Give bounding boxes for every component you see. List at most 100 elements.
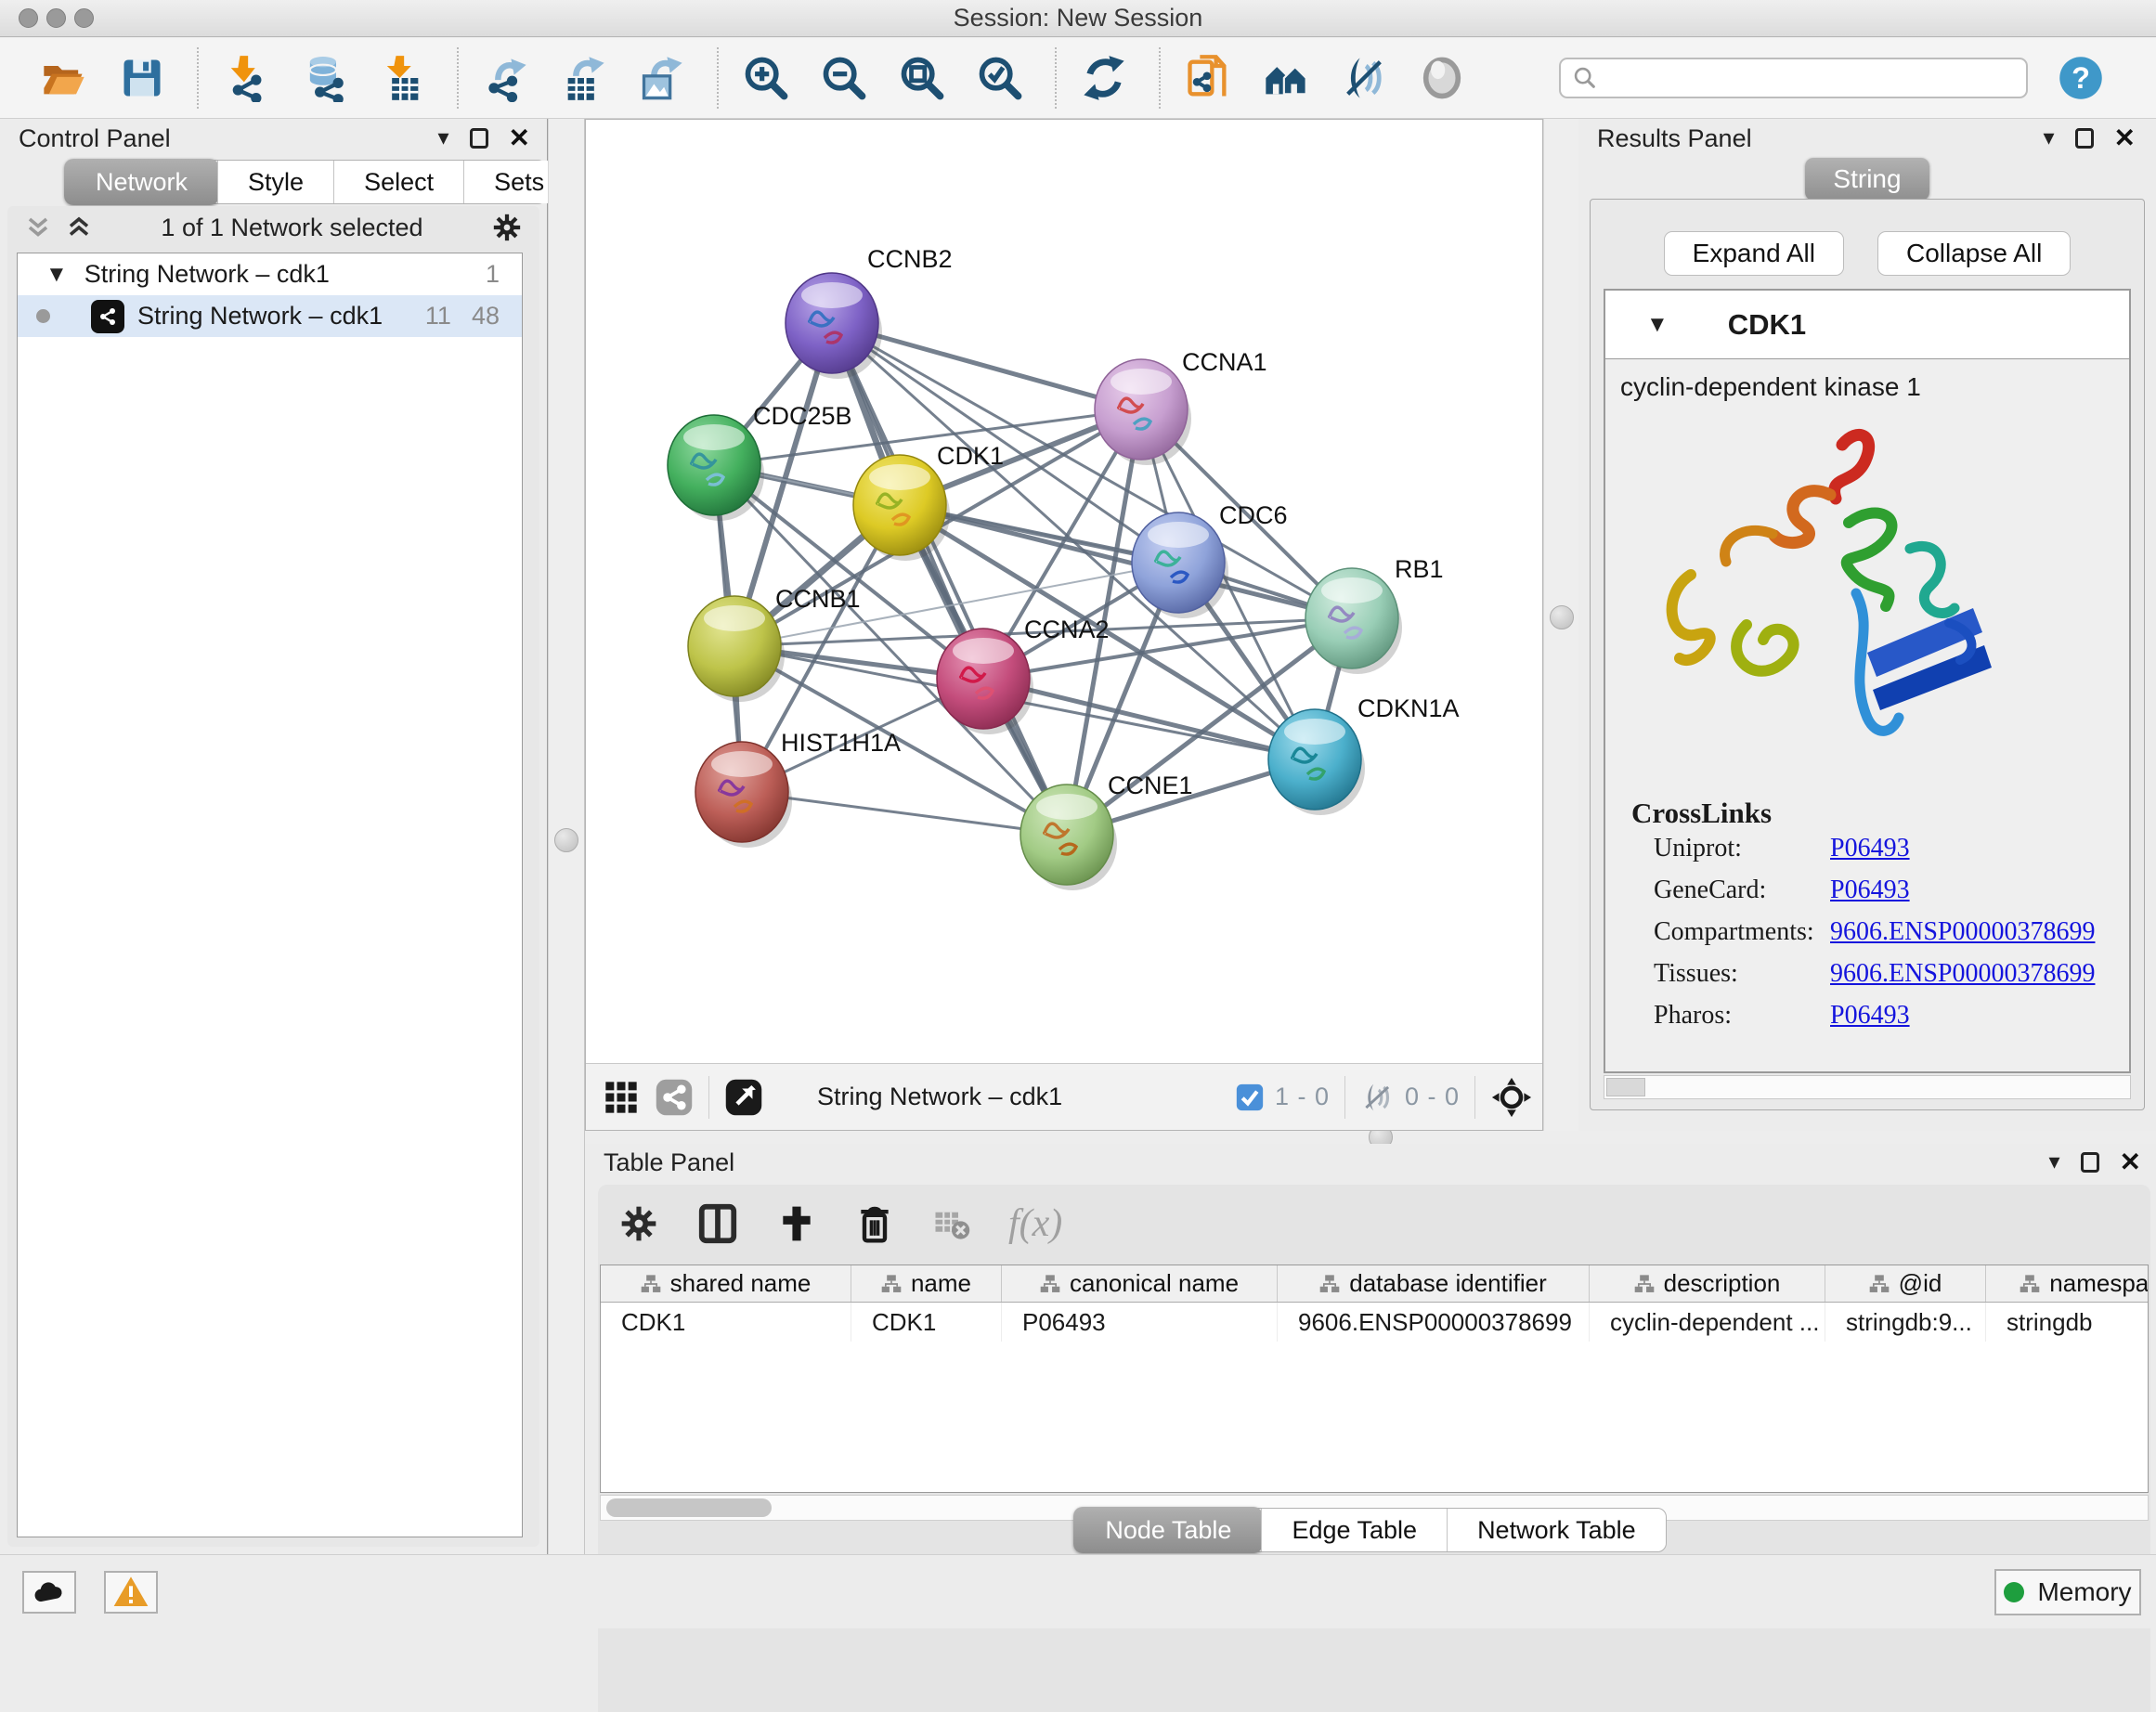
column-header-namespace[interactable]: namespace — [1986, 1265, 2149, 1302]
gear-icon[interactable] — [491, 212, 523, 243]
node-CCNB1[interactable]: CCNB1 — [688, 585, 861, 702]
node-CCNB2[interactable]: CCNB2 — [786, 245, 953, 379]
delete-column-icon[interactable] — [854, 1203, 895, 1244]
search-input[interactable] — [1598, 64, 2015, 93]
results-scrollbar-thumb[interactable] — [1606, 1078, 1645, 1096]
table-cell[interactable]: 9606.ENSP00000378699 — [1278, 1303, 1590, 1342]
crosslink-link[interactable]: P06493 — [1830, 1001, 1910, 1031]
table-panel-float-icon[interactable] — [2081, 1152, 2099, 1173]
results-panel-float-icon[interactable] — [2075, 128, 2094, 149]
export-network-button[interactable] — [479, 51, 533, 105]
network-collection-row[interactable]: ▼ String Network – cdk1 1 — [18, 253, 522, 295]
help-button[interactable]: ? — [2054, 51, 2108, 105]
open-session-button[interactable] — [37, 51, 91, 105]
import-table-from-file-button[interactable] — [375, 51, 429, 105]
tree-expander-icon[interactable]: ▼ — [45, 264, 68, 286]
horizontal-splitter[interactable] — [585, 1131, 2156, 1144]
control-panel-close-icon[interactable]: ✕ — [509, 125, 530, 151]
save-session-button[interactable] — [115, 51, 169, 105]
tab-select[interactable]: Select — [333, 161, 463, 203]
gene-header-row[interactable]: ▼ CDK1 — [1605, 291, 2129, 359]
node-RB1[interactable]: RB1 — [1305, 555, 1444, 674]
hide-selected-button[interactable] — [1337, 51, 1391, 105]
node-CCNE1[interactable]: CCNE1 — [1020, 772, 1193, 890]
new-network-from-selection-button[interactable] — [1181, 51, 1235, 105]
table-panel-close-icon[interactable]: ✕ — [2120, 1149, 2141, 1175]
crosslink-link[interactable]: P06493 — [1830, 834, 1910, 863]
expand-all-button[interactable]: Expand All — [1664, 231, 1844, 276]
collapse-all-icon[interactable] — [24, 214, 52, 241]
hidden-eye-icon[interactable] — [1360, 1080, 1396, 1115]
birds-eye-view-icon[interactable] — [603, 1079, 640, 1116]
show-columns-icon[interactable] — [696, 1202, 739, 1245]
table-panel: Table Panel ▾ ✕ f(x) shared namenamecano… — [585, 1144, 2156, 1554]
network-overview-button[interactable] — [1259, 51, 1313, 105]
memory-button[interactable]: Memory — [1994, 1569, 2141, 1615]
fit-content-button[interactable] — [895, 51, 949, 105]
tab-network-table[interactable]: Network Table — [1447, 1509, 1666, 1551]
edge-CCNB2-CCNE1[interactable] — [832, 323, 1067, 835]
left-splitter-handle[interactable] — [554, 828, 578, 852]
table-row[interactable]: CDK1CDK1P064939606.ENSP00000378699cyclin… — [601, 1303, 2148, 1342]
export-table-button[interactable] — [557, 51, 611, 105]
table-cell[interactable]: CDK1 — [601, 1303, 851, 1342]
results-panel-close-icon[interactable]: ✕ — [2114, 125, 2136, 151]
expand-all-icon[interactable] — [65, 214, 93, 241]
right-splitter-handle[interactable] — [1550, 605, 1574, 629]
table-panel-menu-icon[interactable]: ▾ — [2048, 1151, 2059, 1174]
results-panel-title: Results Panel — [1597, 124, 1752, 153]
right-splitter[interactable] — [1543, 119, 1580, 1131]
table-cell[interactable]: stringdb:9... — [1825, 1303, 1986, 1342]
network-row-selected[interactable]: String Network – cdk1 11 48 — [18, 295, 522, 337]
node-CDKN1A[interactable]: CDKN1A — [1268, 694, 1460, 815]
zoom-selected-button[interactable] — [973, 51, 1027, 105]
search-icon — [1572, 65, 1598, 91]
import-network-from-database-button[interactable] — [297, 51, 351, 105]
results-scrollbar[interactable] — [1604, 1075, 2131, 1099]
control-panel-float-icon[interactable] — [470, 128, 488, 149]
zoom-out-button[interactable] — [817, 51, 871, 105]
collapse-all-button[interactable]: Collapse All — [1877, 231, 2071, 276]
network-view-toolbar: String Network – cdk1 1 - 0 0 - 0 — [586, 1063, 1542, 1130]
column-header-database-identifier[interactable]: database identifier — [1278, 1265, 1590, 1302]
tab-style[interactable]: Style — [217, 161, 333, 203]
toolbar-separator — [717, 47, 719, 109]
left-splitter[interactable] — [548, 119, 585, 1554]
table-gear-icon[interactable] — [618, 1203, 659, 1244]
column-header-description[interactable]: description — [1590, 1265, 1825, 1302]
cloud-status-button[interactable] — [22, 1571, 76, 1614]
graphics-detail-icon[interactable] — [655, 1078, 694, 1117]
node-HIST1H1A[interactable]: HIST1H1A — [695, 729, 901, 848]
column-header-@id[interactable]: @id — [1825, 1265, 1986, 1302]
show-all-button[interactable] — [1415, 51, 1469, 105]
network-canvas[interactable]: CCNB2CCNA1CDC25BCDK1CDC6RB1CCNB1CCNA2CDK… — [586, 120, 1542, 1063]
control-panel-menu-icon[interactable]: ▾ — [437, 127, 448, 149]
tab-node-table[interactable]: Node Table — [1073, 1507, 1263, 1553]
table-cell[interactable]: CDK1 — [851, 1303, 1002, 1342]
node-CDC6[interactable]: CDC6 — [1132, 501, 1288, 618]
tab-edge-table[interactable]: Edge Table — [1261, 1509, 1447, 1551]
tab-network[interactable]: Network — [64, 159, 219, 205]
table-cell[interactable]: stringdb — [1986, 1303, 2149, 1342]
tab-string[interactable]: String — [1805, 158, 1929, 201]
gene-collapse-icon[interactable]: ▼ — [1646, 314, 1669, 336]
zoom-in-button[interactable] — [739, 51, 793, 105]
detach-view-icon[interactable] — [724, 1078, 763, 1117]
add-column-icon[interactable] — [776, 1203, 817, 1244]
column-header-shared-name[interactable]: shared name — [601, 1265, 851, 1302]
node-CCNA1[interactable]: CCNA1 — [1095, 348, 1267, 465]
crosslink-link[interactable]: 9606.ENSP00000378699 — [1830, 917, 2095, 947]
column-header-name[interactable]: name — [851, 1265, 1002, 1302]
table-cell[interactable]: P06493 — [1002, 1303, 1278, 1342]
crosslink-link[interactable]: P06493 — [1830, 875, 1910, 905]
fit-selected-icon[interactable] — [1490, 1076, 1533, 1119]
column-header-canonical-name[interactable]: canonical name — [1002, 1265, 1278, 1302]
crosslink-link[interactable]: 9606.ENSP00000378699 — [1830, 959, 2095, 989]
refresh-button[interactable] — [1077, 51, 1131, 105]
warnings-button[interactable] — [104, 1571, 158, 1614]
results-panel-menu-icon[interactable]: ▾ — [2043, 127, 2054, 149]
import-network-from-file-button[interactable] — [219, 51, 273, 105]
export-image-button[interactable] — [635, 51, 689, 105]
table-cell[interactable]: cyclin-dependent ... — [1590, 1303, 1825, 1342]
selected-checkbox-icon[interactable] — [1234, 1082, 1266, 1113]
